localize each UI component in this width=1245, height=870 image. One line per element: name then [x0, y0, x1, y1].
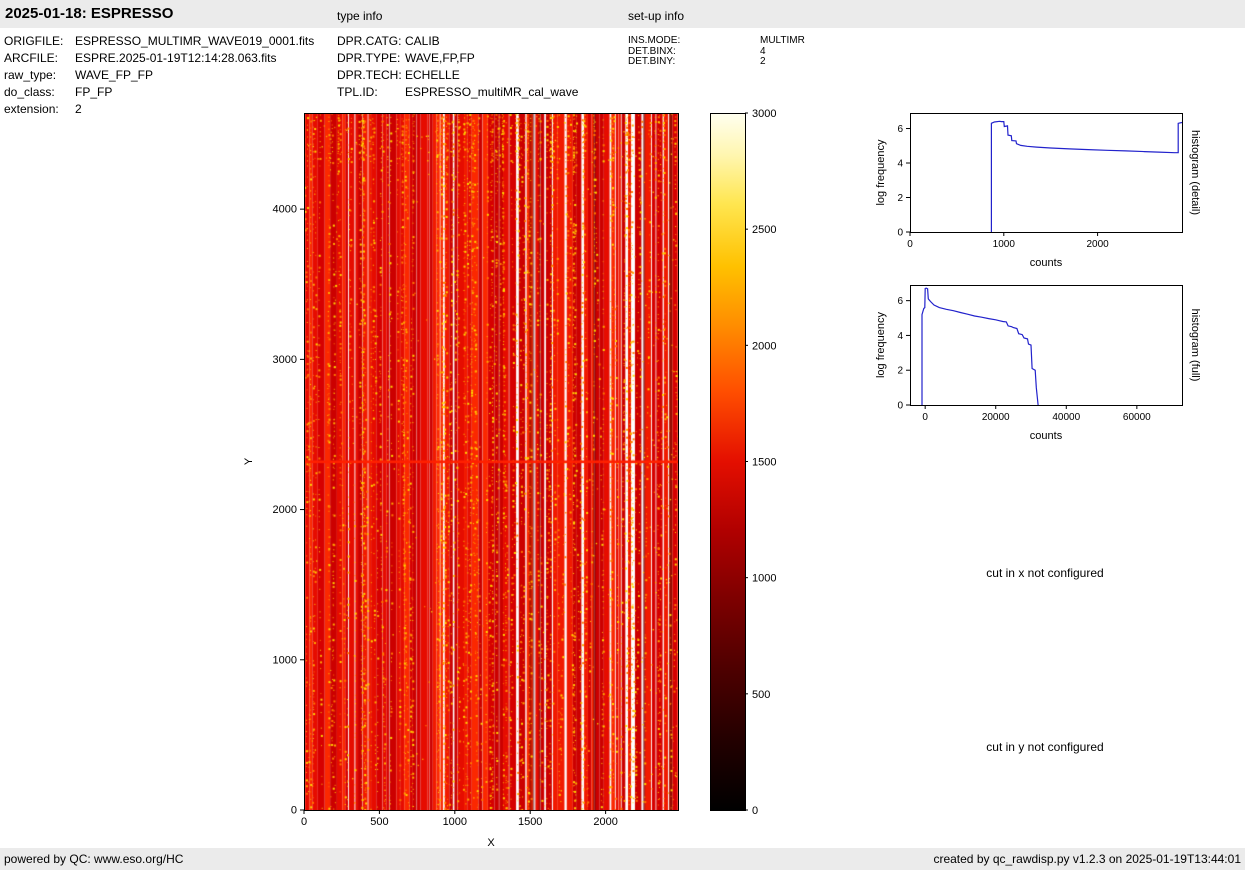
meta-row-dprcatg: DPR.CATG:CALIB: [337, 33, 578, 50]
svg-text:4000: 4000: [273, 204, 297, 216]
svg-text:log frequency: log frequency: [875, 311, 887, 378]
meta-label: DPR.CATG:: [337, 33, 405, 50]
svg-text:counts: counts: [1030, 257, 1063, 269]
header-bar: [0, 0, 1245, 28]
svg-text:histogram (full): histogram (full): [1189, 309, 1201, 382]
meta-label: raw_type:: [4, 67, 75, 84]
svg-text:1000: 1000: [443, 816, 467, 828]
svg-text:2000: 2000: [273, 504, 297, 516]
svg-text:500: 500: [370, 816, 388, 828]
meta-row-origfile: ORIGFILE:ESPRESSO_MULTIMR_WAVE019_0001.f…: [4, 33, 314, 50]
svg-text:40000: 40000: [1052, 412, 1080, 423]
svg-text:0: 0: [897, 228, 903, 239]
svg-text:1500: 1500: [752, 457, 776, 469]
svg-text:60000: 60000: [1123, 412, 1151, 423]
svg-text:2: 2: [897, 193, 903, 204]
meta-value: ESPRESSO_multiMR_cal_wave: [405, 85, 578, 99]
svg-text:1000: 1000: [752, 573, 776, 585]
setup-info-block: INS.MODE:MULTIMR DET.BINX:4 DET.BINY:2: [628, 36, 805, 68]
meta-row-doclass: do_class:FP_FP: [4, 84, 314, 101]
meta-row-rawtype: raw_type:WAVE_FP_FP: [4, 67, 314, 84]
svg-text:1000: 1000: [993, 239, 1016, 250]
meta-value: 4: [760, 46, 766, 57]
qc-report-page: 2025-01-18: ESPRESSO type info set-up in…: [0, 0, 1245, 870]
meta-label: INS.MODE:: [628, 36, 760, 47]
meta-value: CALIB: [405, 34, 440, 48]
svg-text:log frequency: log frequency: [875, 139, 887, 206]
svg-text:Y: Y: [243, 457, 255, 465]
svg-text:4: 4: [897, 159, 903, 170]
meta-row-detbiny: DET.BINY:2: [628, 57, 805, 68]
meta-row-arcfile: ARCFILE:ESPRE.2025-01-19T12:14:28.063.fi…: [4, 50, 314, 67]
meta-value: FP_FP: [75, 85, 112, 99]
meta-row-dprtype: DPR.TYPE:WAVE,FP,FP: [337, 50, 578, 67]
meta-label: ARCFILE:: [4, 50, 75, 67]
svg-text:0: 0: [922, 412, 928, 423]
meta-label: DET.BINY:: [628, 57, 760, 68]
setup-info-header: set-up info: [628, 9, 684, 23]
svg-text:3000: 3000: [273, 354, 297, 366]
meta-value: 2: [760, 56, 766, 67]
svg-text:histogram (detail): histogram (detail): [1189, 130, 1201, 215]
svg-text:3000: 3000: [752, 108, 776, 120]
svg-text:counts: counts: [1030, 430, 1063, 442]
svg-text:2500: 2500: [752, 224, 776, 236]
svg-text:2000: 2000: [752, 340, 776, 352]
svg-text:0: 0: [907, 239, 913, 250]
meta-row-extension: extension:2: [4, 101, 314, 118]
page-title: 2025-01-18: ESPRESSO: [5, 5, 173, 22]
meta-value: 2: [75, 102, 82, 116]
meta-label: extension:: [4, 101, 75, 118]
cut-x-note: cut in x not configured: [986, 566, 1103, 580]
svg-text:2000: 2000: [1086, 239, 1109, 250]
svg-text:6: 6: [897, 124, 903, 135]
meta-value: ECHELLE: [405, 68, 460, 82]
svg-text:20000: 20000: [982, 412, 1010, 423]
meta-label: TPL.ID:: [337, 84, 405, 101]
svg-text:500: 500: [752, 689, 770, 701]
meta-label: do_class:: [4, 84, 75, 101]
type-info-header: type info: [337, 9, 382, 23]
svg-text:0: 0: [301, 816, 307, 828]
meta-value: ESPRESSO_MULTIMR_WAVE019_0001.fits: [75, 34, 314, 48]
raw-frame-heatmap: [304, 113, 678, 810]
svg-text:6: 6: [897, 296, 903, 307]
meta-value: MULTIMR: [760, 35, 805, 46]
type-info-block: DPR.CATG:CALIB DPR.TYPE:WAVE,FP,FP DPR.T…: [337, 33, 578, 101]
svg-text:0: 0: [897, 401, 903, 412]
cut-y-note: cut in y not configured: [986, 740, 1103, 754]
svg-text:2000: 2000: [593, 816, 617, 828]
meta-value: WAVE,FP,FP: [405, 51, 475, 65]
svg-text:2: 2: [897, 366, 903, 377]
svg-text:1500: 1500: [518, 816, 542, 828]
svg-text:0: 0: [291, 805, 297, 817]
meta-row-dprtech: DPR.TECH:ECHELLE: [337, 67, 578, 84]
meta-label: DPR.TYPE:: [337, 50, 405, 67]
svg-text:1000: 1000: [273, 654, 297, 666]
svg-text:0: 0: [752, 805, 758, 817]
meta-value: WAVE_FP_FP: [75, 68, 153, 82]
meta-value: ESPRE.2025-01-19T12:14:28.063.fits: [75, 51, 276, 65]
file-info-block: ORIGFILE:ESPRESSO_MULTIMR_WAVE019_0001.f…: [4, 33, 314, 118]
meta-row-tplid: TPL.ID:ESPRESSO_multiMR_cal_wave: [337, 84, 578, 101]
meta-label: ORIGFILE:: [4, 33, 75, 50]
footer-right-text: created by qc_rawdisp.py v1.2.3 on 2025-…: [933, 852, 1241, 866]
svg-text:4: 4: [897, 331, 903, 342]
meta-row-insmode: INS.MODE:MULTIMR: [628, 36, 805, 47]
footer-left-text: powered by QC: www.eso.org/HC: [4, 852, 183, 866]
meta-label: DPR.TECH:: [337, 67, 405, 84]
